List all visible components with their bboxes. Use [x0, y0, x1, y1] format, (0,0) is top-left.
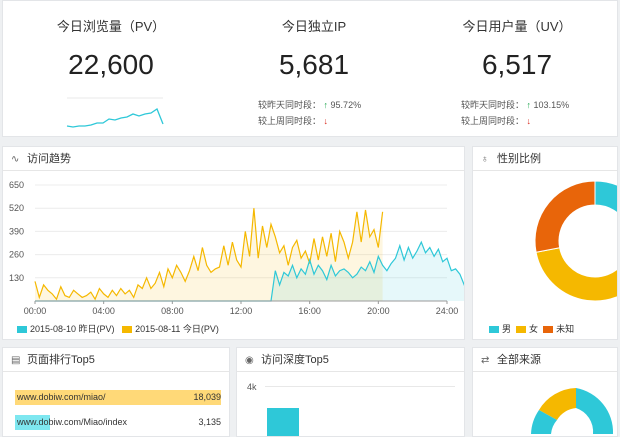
compare-day: 较昨天同时段： ↑ 95.72%	[258, 98, 361, 111]
x-tick-label: 12:00	[230, 306, 253, 316]
legend-swatch-today	[122, 326, 133, 334]
ranking-row[interactable]: www.dobiw.com/Miao/index 3,135	[15, 415, 221, 430]
legend-unknown[interactable]: 未知	[556, 324, 574, 334]
gender-legend: 男 女 未知	[489, 322, 574, 335]
y-tick-label: 650	[9, 180, 24, 190]
y-tick-label: 390	[9, 226, 24, 236]
ranking-panel: ▤ 页面排行Top5 www.dobiw.com/miao/ 18,039 www…	[2, 347, 230, 437]
legend-swatch-male	[489, 326, 499, 334]
gender-panel: ♁ 性别比例 男 女 未知	[472, 146, 618, 340]
stats-bar: 今日浏览量（PV） 22,600 今日独立IP 5,681 较昨天同时段： ↑ …	[2, 0, 618, 137]
arrow-down-icon: ↓	[526, 116, 532, 126]
lightbulb-icon: ♁	[481, 154, 489, 165]
stat-label: 今日用户量（UV）	[462, 19, 572, 34]
x-tick-label: 04:00	[92, 306, 115, 316]
legend-yesterday[interactable]: 2015-08-10 昨日(PV)	[30, 324, 115, 334]
donut-slice[interactable]	[576, 388, 614, 434]
panel-title: 访问深度Top5	[261, 354, 329, 366]
compare-day-label: 较昨天同时段：	[461, 100, 525, 110]
x-tick-label: 16:00	[298, 306, 321, 316]
compare-day-value: 95.72%	[330, 100, 362, 110]
stat-value: 6,517	[481, 49, 553, 80]
ranking-url: www.dobiw.com/Miao/index	[17, 417, 128, 427]
panel-title: 页面排行Top5	[27, 354, 95, 366]
arrow-up-icon: ↑	[526, 100, 532, 110]
x-tick-label: 08:00	[161, 306, 184, 316]
compare-day: 较昨天同时段： ↑ 103.15%	[461, 98, 569, 111]
arrow-up-icon: ↑	[323, 100, 329, 110]
refresh-icon: ⇄	[481, 355, 490, 366]
legend-swatch-female	[516, 326, 527, 334]
arrow-down-icon: ↓	[323, 116, 329, 126]
trend-icon: ∿	[11, 154, 20, 165]
panel-header: ∿ 访问趋势	[3, 147, 464, 171]
grid-line	[265, 386, 455, 387]
donut-slice-1[interactable]	[535, 247, 618, 302]
legend-today[interactable]: 2015-08-11 今日(PV)	[135, 324, 219, 334]
legend-swatch-unknown	[543, 326, 554, 334]
x-tick-label: 20:00	[367, 306, 390, 316]
panel-header: ◉ 访问深度Top5	[237, 348, 464, 372]
panel-title: 访问趋势	[27, 153, 71, 165]
trend-chart: 130 260 390 520 650 00:00 04:00 08:00 12:00 16:00…	[9, 180, 464, 316]
compare-day-label: 较昨天同时段：	[258, 100, 322, 110]
stat-label: 今日浏览量（PV）	[56, 19, 166, 34]
compare-week: 较上周同时段： ↓	[258, 114, 328, 127]
panel-header: ⇄ 全部来源	[473, 348, 617, 372]
compare-week-label: 较上周同时段：	[258, 116, 322, 126]
compare-week: 较上周同时段： ↓	[461, 114, 531, 127]
ranking-row[interactable]: www.dobiw.com/miao/ 18,039	[15, 390, 221, 405]
y-tick-label: 130	[9, 273, 24, 283]
depth-ytick: 4k	[247, 382, 257, 392]
gender-donut	[534, 180, 618, 302]
stat-label: 今日独立IP	[281, 19, 347, 34]
stat-value: 22,600	[68, 49, 154, 80]
trend-legend: 2015-08-10 昨日(PV) 2015-08-11 今日(PV)	[17, 322, 219, 335]
sources-panel: ⇄ 全部来源	[472, 347, 618, 437]
legend-female[interactable]: 女	[529, 324, 538, 334]
panel-header: ♁ 性别比例	[473, 147, 617, 171]
x-tick-label: 00:00	[24, 306, 47, 316]
y-tick-label: 260	[9, 250, 24, 260]
eye-icon: ◉	[245, 355, 254, 366]
panel-title: 全部来源	[497, 354, 541, 366]
stat-value: 5,681	[278, 49, 350, 80]
donut-slice-2[interactable]	[534, 180, 596, 253]
y-tick-label: 520	[9, 203, 24, 213]
pv-sparkline	[66, 97, 164, 128]
legend-swatch-yesterday	[17, 326, 27, 334]
list-icon: ▤	[11, 355, 21, 366]
compare-week-label: 较上周同时段：	[461, 116, 525, 126]
compare-day-value: 103.15%	[533, 100, 570, 110]
panel-title: 性别比例	[497, 153, 541, 165]
panel-header: ▤ 页面排行Top5	[3, 348, 229, 372]
ranking-url: www.dobiw.com/miao/	[17, 392, 106, 402]
ranking-count: 18,039	[193, 392, 221, 402]
legend-male[interactable]: 男	[502, 324, 511, 334]
trend-panel: ∿ 访问趋势 130 260 390 520 650 00:00 04:00 08:00 12:0…	[2, 146, 465, 340]
ranking-count: 3,135	[198, 417, 221, 427]
donut-slice-0[interactable]	[594, 180, 618, 276]
x-tick-label: 24:00	[436, 306, 459, 316]
depth-panel: ◉ 访问深度Top5 4k	[236, 347, 465, 437]
sources-donut	[531, 388, 614, 434]
